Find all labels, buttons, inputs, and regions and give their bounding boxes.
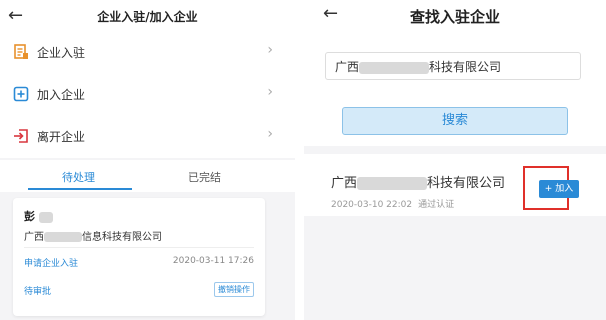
right-screen: ← 查找入驻企业 广西 科技有限公司 搜索 广西 科技有限公司 2020-03-10…	[304, 0, 606, 320]
document-enterprise-icon	[14, 44, 28, 59]
apply-type: 申请企业入驻	[24, 259, 79, 269]
join-button[interactable]: + 加入	[539, 180, 579, 198]
company-prefix: 广西	[24, 232, 44, 243]
empty-area	[304, 216, 606, 320]
right-header: ← 查找入驻企业	[304, 0, 606, 32]
result-meta: 2020-03-10 22:02 通过认证	[331, 197, 454, 210]
menu-item-join[interactable]: 加入企业 ›	[0, 74, 295, 116]
redacted-blur	[357, 177, 428, 190]
exit-icon	[14, 129, 28, 143]
divider	[24, 247, 254, 248]
verified-label: 通过认证	[418, 200, 455, 210]
page-title: 查找入驻企业	[409, 8, 500, 26]
request-card[interactable]: 彭 广西 信息科技有限公司 申请企业入驻 2020-03-11 17:26 待审批…	[13, 198, 265, 316]
menu-label: 企业入驻	[37, 46, 86, 60]
company-suffix: 信息科技有限公司	[82, 232, 162, 243]
status-label: 待审批	[24, 287, 52, 297]
chevron-right-icon: ›	[267, 126, 273, 142]
result-suffix: 科技有限公司	[427, 176, 506, 191]
left-header: ← 企业入驻/加入企业	[0, 0, 295, 32]
chevron-right-icon: ›	[267, 84, 273, 100]
applicant-name-text: 彭	[24, 210, 35, 223]
status-tabs: 待处理 已完结	[0, 160, 295, 192]
menu-label: 加入企业	[37, 88, 86, 102]
result-prefix: 广西	[331, 176, 358, 191]
menu-item-leave[interactable]: 离开企业 ›	[0, 116, 295, 158]
menu-label: 离开企业	[37, 130, 86, 144]
plus-square-icon	[13, 86, 29, 102]
search-value: 广西 科技有限公司	[335, 58, 501, 75]
tab-pending[interactable]: 待处理	[62, 169, 95, 185]
enterprise-menu: 企业入驻 › 加入企业 › 离开企业 ›	[0, 32, 295, 158]
menu-item-register[interactable]: 企业入驻 ›	[0, 32, 295, 74]
left-screen: ← 企业入驻/加入企业 企业入驻 › 加入企业 › 离开企业 › 待处理 已完结…	[0, 0, 295, 320]
search-prefix: 广西	[335, 60, 360, 74]
search-input[interactable]: 广西 科技有限公司	[325, 52, 581, 80]
company-name: 广西 信息科技有限公司	[24, 228, 162, 243]
result-company-name: 广西 科技有限公司	[331, 172, 505, 191]
apply-date: 2020-03-11 17:26	[172, 256, 254, 266]
page-title: 企业入驻/加入企业	[97, 10, 198, 24]
redacted-blur	[38, 211, 53, 223]
active-tab-indicator	[28, 188, 132, 190]
search-button[interactable]: 搜索	[342, 107, 568, 135]
redacted-blur	[359, 61, 430, 74]
result-date: 2020-03-10 22:02	[331, 200, 413, 210]
chevron-right-icon: ›	[267, 42, 273, 58]
section-divider	[304, 146, 606, 154]
applicant-name: 彭	[24, 208, 53, 224]
tab-completed[interactable]: 已完结	[188, 169, 221, 185]
search-suffix: 科技有限公司	[429, 60, 502, 74]
undo-button[interactable]: 撤销操作	[214, 282, 254, 297]
redacted-blur	[44, 232, 82, 242]
search-result-item: 广西 科技有限公司 2020-03-10 22:02 通过认证 + 加入	[304, 154, 606, 216]
